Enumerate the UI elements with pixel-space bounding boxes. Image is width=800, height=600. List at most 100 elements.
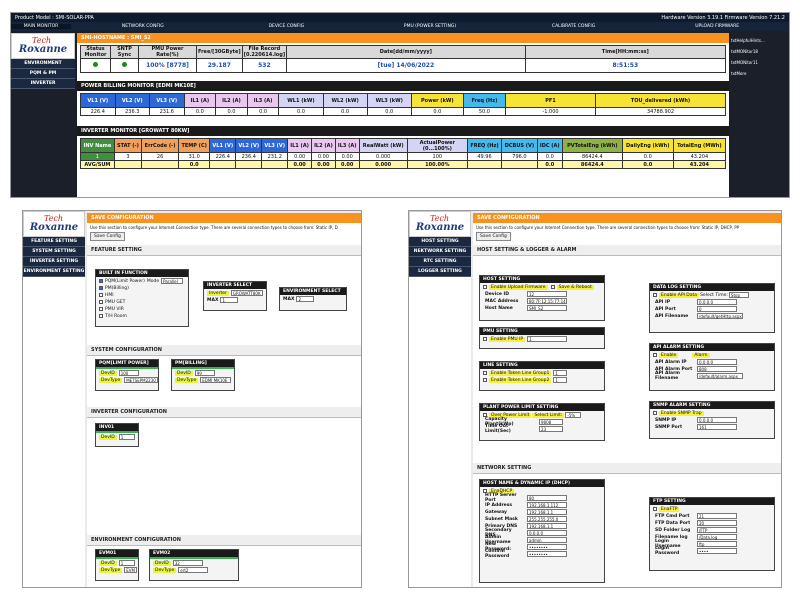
- login-username-input[interactable]: ftp: [697, 541, 737, 547]
- sidebar-item-logger-setting[interactable]: LOGGER SETTING: [409, 267, 471, 277]
- th-room-checkbox[interactable]: [99, 314, 103, 318]
- nav-main-monitor[interactable]: MAIN MONITOR: [11, 24, 71, 29]
- mac-input[interactable]: 80:7F:12:15:77:14: [527, 298, 567, 304]
- devtype-label: DevType: [99, 567, 123, 573]
- http-port-input[interactable]: 80: [527, 495, 567, 501]
- api-filename-input[interactable]: /default/getHttp.aspx: [697, 313, 743, 319]
- hmi-checkbox[interactable]: [99, 293, 103, 297]
- ftp-cmd-port-input[interactable]: 21: [697, 513, 737, 519]
- sidebar-item-system-setting[interactable]: SYSTEM SETTING: [23, 247, 85, 257]
- sidebar-item-rtc-setting[interactable]: RTC SETTING: [409, 257, 471, 267]
- token2-input[interactable]: 1: [553, 377, 568, 383]
- link-monitor18[interactable]: txtMONitor18: [731, 46, 789, 57]
- primary-dns-input[interactable]: 192.168.1.1: [527, 523, 567, 529]
- select-limit-select[interactable]: -5%: [565, 412, 582, 418]
- nav-pmu-setting[interactable]: PMU (POWER SETTING): [358, 24, 502, 29]
- nav-device-config[interactable]: DEVICE CONFIG: [215, 24, 359, 29]
- evm02-devtype-select[interactable]: ert2: [178, 567, 209, 573]
- new-password-input[interactable]: ••••••••: [527, 544, 567, 550]
- alarm-port-input[interactable]: 808: [697, 366, 737, 372]
- pmu-get-checkbox[interactable]: [99, 300, 103, 304]
- pqm-devid-input[interactable]: 100: [118, 370, 139, 376]
- snmp-port-input[interactable]: 161: [697, 424, 737, 430]
- sidebar-item-environment[interactable]: ENVIRONMENT: [11, 59, 75, 69]
- enable-api-checkbox[interactable]: [653, 293, 657, 297]
- inverter-select[interactable]: GROWATT80K: [230, 290, 263, 296]
- sidebar-item-feature-setting[interactable]: FEATURE SETTING: [23, 237, 85, 247]
- inverter-sum-cell: [141, 160, 180, 169]
- version-info: Hardware Version 3.19.1 Firmware Version…: [661, 14, 785, 21]
- ftp-data-port-input[interactable]: 20: [697, 520, 737, 526]
- pm-checkbox[interactable]: [99, 286, 103, 290]
- inverter-header: ActualPower (0...100%): [406, 138, 468, 153]
- subnet-input[interactable]: 255.255.255.0: [527, 516, 567, 522]
- sidebar-item-inverter[interactable]: INVERTER: [11, 79, 75, 89]
- login-password-input[interactable]: ••••: [697, 548, 737, 554]
- evm01-devid-input[interactable]: 1: [118, 560, 135, 566]
- save-config-button[interactable]: Save Config: [476, 232, 511, 241]
- alarm-filename-input[interactable]: /default/alarm.aspx: [697, 373, 743, 379]
- nav-upload-firmware[interactable]: UPLOAD FIRMWARE: [645, 24, 789, 29]
- pm-devtype-select[interactable]: EDMI MK10E: [200, 377, 231, 383]
- api-ip-input[interactable]: 0.0.0.0: [697, 299, 737, 305]
- environment-max-select[interactable]: 2: [296, 296, 315, 302]
- enable-alarm-checkbox[interactable]: [653, 353, 657, 357]
- inverter-max-select[interactable]: 1: [220, 297, 239, 303]
- sd-folder-input[interactable]: /FTP: [697, 527, 737, 533]
- link-helpful-hints[interactable]: txtHelpfulHints...: [731, 35, 789, 46]
- secondary-dns-input[interactable]: 0.0.0.0: [527, 530, 567, 536]
- inverter-cell: 31.0: [178, 152, 211, 161]
- snmp-title: SNMP ALARM SETTING: [650, 402, 774, 409]
- token2-checkbox[interactable]: [483, 378, 487, 382]
- sidebar-item-network-setting[interactable]: NEKTWORK SETTING: [409, 247, 471, 257]
- ip-address-input[interactable]: 192.168.1.112: [527, 502, 567, 508]
- mode-select[interactable]: Parallel: [161, 278, 184, 284]
- select-time-select[interactable]: Stop: [728, 292, 749, 298]
- system-config-title: SYSTEM CONFIGURATION: [87, 345, 361, 356]
- confirm-password-input[interactable]: ••••••••: [527, 551, 567, 557]
- device-id-input[interactable]: 12: [527, 291, 567, 297]
- ftp-label: FTP Data Port: [655, 520, 691, 526]
- gateway-input[interactable]: 192.168.1.1: [527, 509, 567, 515]
- snmp-ip-input[interactable]: 0.0.0.0: [697, 417, 737, 423]
- sidebar-item-host-setting[interactable]: HOST SETTING: [409, 237, 471, 247]
- enable-upload-checkbox[interactable]: [483, 285, 487, 289]
- filename-log-input[interactable]: /Data.log: [697, 534, 737, 540]
- inverter-table: INV Name STAT (-) ErrCode (-) TEMP (C) V…: [80, 138, 727, 169]
- pmu-vir-checkbox[interactable]: [99, 307, 103, 311]
- link-monitor11[interactable]: txtMONitor11: [731, 57, 789, 68]
- billing-header: IL3 (A): [246, 93, 280, 108]
- admin-username-input[interactable]: admin: [527, 537, 567, 543]
- timeout-input[interactable]: 23: [539, 426, 563, 432]
- billing-cell: 0.0: [246, 107, 280, 116]
- token1-checkbox[interactable]: [483, 371, 487, 375]
- nav-network-config[interactable]: NETWORK CONFIG: [71, 24, 215, 29]
- pqm-checkbox[interactable]: [99, 279, 103, 283]
- inv01-title: INV01: [96, 424, 138, 433]
- inv01-devid-input[interactable]: 1: [118, 434, 135, 440]
- sidebar-item-pqm-pm[interactable]: PQM & PM: [11, 69, 75, 79]
- nav-calibrate-config[interactable]: CALIBRATE CONFIG: [502, 24, 646, 29]
- token1-input[interactable]: 1: [553, 370, 568, 376]
- pm-devid-input[interactable]: 99: [194, 370, 215, 376]
- evm02-devid-input[interactable]: 32: [172, 560, 203, 566]
- hostname-input[interactable]: SMI_S2: [527, 305, 567, 311]
- enable-snmp-checkbox[interactable]: [653, 411, 657, 415]
- host-logger-title: HOST SETTING & LOGGER & ALARM: [473, 245, 781, 256]
- save-reboot-checkbox[interactable]: [550, 285, 555, 289]
- link-more[interactable]: txtMore: [731, 68, 789, 79]
- evm01-devtype-select[interactable]: EVM: [124, 567, 137, 573]
- enable-pmu-checkbox[interactable]: [483, 337, 487, 341]
- sidebar-item-inverter-setting[interactable]: INVERTER SETTING: [23, 257, 85, 267]
- capacity-input[interactable]: 9808: [539, 419, 563, 425]
- ftp-label: SD Folder Log: [655, 527, 691, 533]
- api-port-input[interactable]: 0: [697, 306, 737, 312]
- pmu-ip-input[interactable]: 1: [527, 336, 568, 342]
- ena-ftp-checkbox[interactable]: [653, 507, 657, 511]
- save-config-button[interactable]: Save Config: [90, 232, 125, 241]
- mac-label: MAC Address: [485, 298, 519, 304]
- alarm-ip-input[interactable]: 0.0.0.0: [697, 359, 737, 365]
- sidebar-item-environment-setting[interactable]: ENVIRONMENT SETTING: [23, 267, 85, 277]
- pqm-devtype-select[interactable]: METSEPM2230: [124, 377, 158, 383]
- plant-limit-box: PLANT POWER LIMIT SETTING Over Power Lim…: [479, 403, 605, 441]
